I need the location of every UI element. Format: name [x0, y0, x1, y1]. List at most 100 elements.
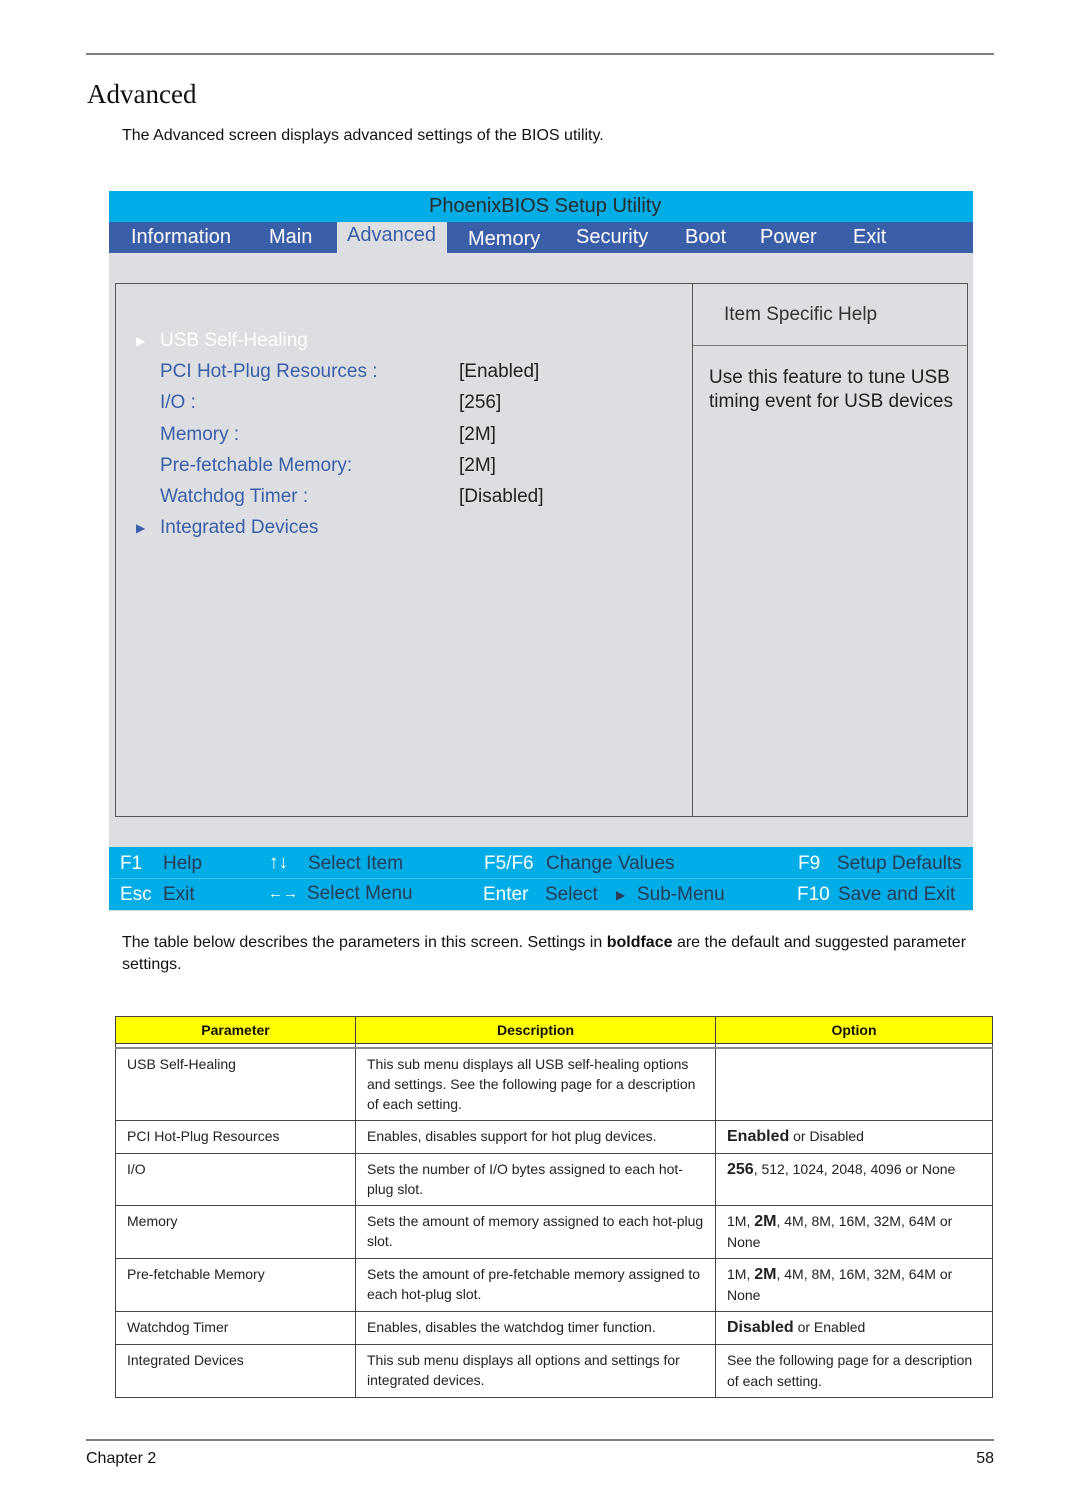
cell-parameter: I/O [115, 1152, 356, 1206]
key-f9: F9 [798, 853, 821, 874]
option-default: 2M [754, 1212, 777, 1230]
table-intro-bold: boldface [606, 934, 673, 951]
option-default: Disabled [727, 1318, 794, 1336]
item-usb-self-healing[interactable]: ▶ USB Self-Healing [116, 330, 686, 358]
item-integrated-devices[interactable]: ▶ Integrated Devices [116, 517, 686, 545]
key-submenu-desc: Sub-Menu [637, 884, 725, 905]
cell-option: Disabled or Enabled [715, 1310, 993, 1345]
cell-description: This sub menu displays all USB self-heal… [355, 1047, 716, 1121]
table-row: USB Self-Healing This sub menu displays … [115, 1047, 993, 1121]
key-f5f6: F5/F6 [484, 853, 534, 874]
item-label: I/O : [160, 392, 196, 413]
chapter-label: Chapter 2 [86, 1450, 157, 1467]
option-default: Enabled [727, 1127, 790, 1145]
up-down-arrows-icon: ↑↓ [269, 852, 288, 873]
table-row: Watchdog Timer Enables, disables the wat… [115, 1310, 993, 1345]
tab-memory[interactable]: Memory [468, 222, 540, 253]
table-intro-part: The table below describes the parameters… [122, 934, 607, 951]
cell-description: This sub menu displays all options and s… [355, 1343, 716, 1398]
page-number: 58 [976, 1450, 994, 1467]
parameters-table: Parameter Description Option USB Self-He… [115, 1016, 993, 1398]
option-text: 1M, [727, 1212, 755, 1229]
help-panel: Item Specific Help Use this feature to t… [692, 283, 968, 817]
cell-description: Sets the amount of memory assigned to ea… [355, 1204, 716, 1259]
bios-key-legend: F1 Help ↑↓ Select Item F5/F6 Change Valu… [109, 847, 973, 910]
key-f1: F1 [120, 853, 143, 874]
cell-option: 256, 512, 1024, 2048, 4096 or None [715, 1152, 993, 1206]
cell-parameter: PCI Hot-Plug Resources [115, 1119, 356, 1154]
cell-option: See the following page for a description… [715, 1343, 993, 1398]
cell-parameter: Memory [115, 1204, 356, 1259]
help-heading: Item Specific Help [724, 304, 878, 325]
table-row: Pre-fetchable Memory Sets the amount of … [115, 1257, 993, 1312]
option-text: 1M, [727, 1265, 755, 1282]
tab-exit[interactable]: Exit [853, 222, 886, 253]
cell-parameter: Watchdog Timer [115, 1310, 356, 1345]
option-default: 256 [727, 1160, 754, 1178]
item-label: Integrated Devices [160, 517, 319, 538]
key-f5f6-desc: Change Values [546, 853, 675, 874]
header-description: Description [355, 1016, 716, 1044]
settings-panel: ▶ USB Self-Healing PCI Hot-Plug Resource… [115, 283, 692, 817]
cell-parameter: Integrated Devices [115, 1343, 356, 1398]
cell-description: Sets the amount of pre-fetchable memory … [355, 1257, 716, 1312]
submenu-arrow-icon: ▶ [616, 888, 626, 902]
item-value[interactable]: [Enabled] [459, 361, 539, 383]
table-header-row: Parameter Description Option [115, 1016, 993, 1044]
item-label: USB Self-Healing [160, 330, 308, 351]
cell-description: Enables, disables support for hot plug d… [355, 1119, 716, 1154]
left-right-arrows-icon: ←→ [268, 885, 298, 902]
tab-power[interactable]: Power [760, 222, 817, 253]
cell-option: Enabled or Disabled [715, 1119, 993, 1154]
submenu-arrow-icon: ▶ [136, 521, 146, 535]
item-label: Pre-fetchable Memory: [160, 455, 353, 476]
tab-main[interactable]: Main [269, 222, 312, 253]
item-value[interactable]: [2M] [459, 455, 496, 477]
key-enter: Enter [483, 884, 529, 905]
cell-description: Enables, disables the watchdog timer fun… [355, 1310, 716, 1345]
key-esc: Esc [120, 884, 152, 905]
option-text: See the following page for a description… [727, 1351, 973, 1389]
item-label: Watchdog Timer : [160, 486, 309, 507]
item-value[interactable]: [Disabled] [459, 486, 544, 508]
item-label: PCI Hot-Plug Resources : [160, 361, 378, 382]
header-option: Option [715, 1016, 993, 1044]
item-value[interactable]: [2M] [459, 424, 496, 446]
key-updown-desc: Select Item [308, 853, 404, 874]
key-f10-desc: Save and Exit [838, 884, 956, 905]
bios-title-bar: PhoenixBIOS Setup Utility [109, 191, 973, 222]
item-memory[interactable]: Memory : [2M] [116, 424, 686, 452]
item-pci-hot-plug-resources[interactable]: PCI Hot-Plug Resources : [Enabled] [116, 361, 686, 389]
bios-screen: PhoenixBIOS Setup Utility Information Ma… [109, 191, 973, 911]
key-f10: F10 [797, 884, 830, 905]
page-title: Advanced [87, 79, 197, 109]
item-value[interactable]: [256] [459, 392, 501, 414]
tab-security[interactable]: Security [576, 222, 648, 253]
item-watchdog-timer[interactable]: Watchdog Timer : [Disabled] [116, 486, 686, 514]
help-text: Use this feature to tune USB timing even… [709, 367, 953, 412]
intro-text: The Advanced screen displays advanced se… [122, 127, 604, 144]
key-esc-desc: Exit [163, 884, 195, 905]
cell-parameter: USB Self-Healing [115, 1047, 356, 1121]
tab-information[interactable]: Information [131, 222, 231, 253]
table-intro-text: The table below describes the parameters… [122, 932, 992, 976]
item-prefetchable-memory[interactable]: Pre-fetchable Memory: [2M] [116, 455, 686, 483]
table-row: Integrated Devices This sub menu display… [115, 1343, 993, 1398]
option-default: 2M [754, 1265, 777, 1283]
cell-option: 1M, 2M, 4M, 8M, 16M, 32M, 64M or None [715, 1257, 993, 1312]
tab-advanced[interactable]: Advanced [337, 222, 447, 253]
cell-option: 1M, 2M, 4M, 8M, 16M, 32M, 64M or None [715, 1204, 993, 1259]
help-header: Item Specific Help [693, 284, 967, 346]
key-f1-desc: Help [163, 853, 203, 874]
submenu-arrow-icon: ▶ [136, 334, 146, 348]
cell-description: Sets the number of I/O bytes assigned to… [355, 1152, 716, 1206]
option-text: or Enabled [793, 1318, 866, 1335]
item-label: Memory : [160, 424, 240, 445]
bios-menu-bar: Information Main Advanced Memory Securit… [109, 222, 973, 253]
key-f9-desc: Setup Defaults [837, 853, 962, 874]
item-io[interactable]: I/O : [256] [116, 392, 686, 420]
table-row: Memory Sets the amount of memory assigne… [115, 1204, 993, 1259]
tab-boot[interactable]: Boot [685, 222, 726, 253]
cell-option [715, 1047, 993, 1121]
header-rule [86, 53, 994, 55]
